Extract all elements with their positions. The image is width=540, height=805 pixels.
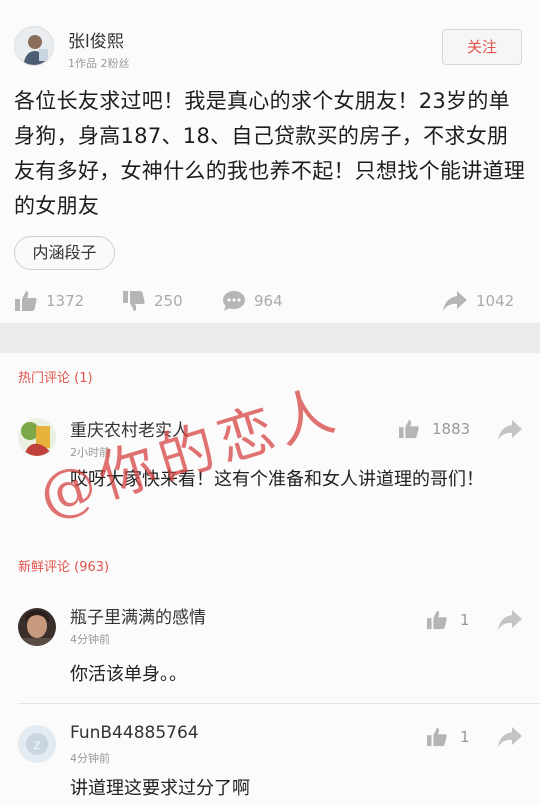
comment-like[interactable]: 1	[426, 610, 470, 630]
post-card: 张l俊熙 1作品 2粉丝 关注 各位长友求过吧！我是真心的求个女朋友！23岁的单…	[0, 0, 540, 323]
dislike-stat[interactable]: 250	[122, 288, 183, 314]
like-icon	[427, 610, 447, 630]
comment-time: 4分钟前	[70, 633, 110, 646]
commenter-avatar[interactable]	[18, 608, 56, 646]
comment-icon	[223, 291, 245, 311]
comment-like[interactable]: 1883	[398, 419, 470, 439]
comment-like[interactable]: 1	[426, 727, 470, 747]
share-icon[interactable]	[497, 609, 523, 631]
comment-count: 964	[254, 292, 283, 310]
follow-button[interactable]: 关注	[442, 29, 522, 65]
author-avatar[interactable]	[14, 26, 54, 66]
comment-like-count: 1	[460, 728, 470, 746]
section-divider	[0, 323, 540, 353]
comment-like-count: 1	[460, 611, 470, 629]
share-icon	[443, 291, 467, 311]
commenter-name[interactable]: FunB44885764	[70, 723, 199, 743]
comment-like-count: 1883	[432, 420, 471, 438]
like-count: 1372	[46, 292, 85, 310]
svg-text:z: z	[34, 738, 41, 753]
author-name[interactable]: 张l俊熙	[68, 27, 124, 52]
comment-text: 你活该单身。。	[70, 664, 187, 685]
like-icon	[399, 419, 419, 439]
share-icon[interactable]	[497, 419, 523, 441]
comment-time: 4分钟前	[70, 752, 110, 765]
latest-comments-label: 新鲜评论 (963)	[18, 560, 110, 575]
share-icon[interactable]	[497, 726, 523, 748]
like-icon	[15, 291, 37, 311]
like-icon	[427, 727, 447, 747]
commenter-avatar[interactable]: z	[18, 725, 56, 763]
comment-separator	[18, 703, 540, 704]
dislike-count: 250	[154, 292, 183, 310]
like-stat[interactable]: 1372	[14, 288, 84, 314]
author-meta: 1作品 2粉丝	[68, 57, 130, 70]
hot-comments-label: 热门评论 (1)	[18, 371, 93, 386]
dislike-icon	[123, 291, 145, 311]
commenter-name[interactable]: 瓶子里满满的感情	[70, 603, 206, 628]
comment-stat[interactable]: 964	[222, 288, 283, 314]
share-stat[interactable]: 1042	[442, 288, 514, 314]
category-tag[interactable]: 内涵段子	[14, 236, 115, 270]
comment-text: 讲道理这要求过分了啊	[70, 778, 250, 799]
share-count: 1042	[476, 292, 515, 310]
post-text: 各位长友求过吧！我是真心的求个女朋友！23岁的单身狗，身高187、18、自己贷款…	[14, 89, 526, 218]
